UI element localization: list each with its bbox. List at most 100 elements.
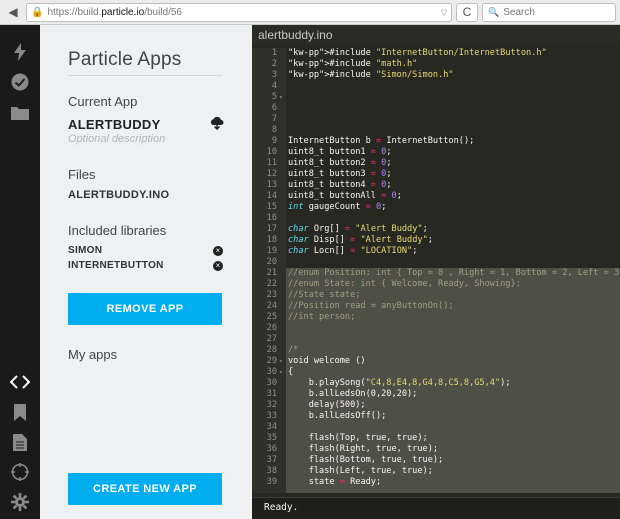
url-dropdown-icon[interactable]: ▽ [441, 8, 447, 17]
code-line[interactable]: 8 [252, 125, 620, 136]
remove-library-icon[interactable]: × [213, 261, 223, 271]
remove-app-button[interactable]: REMOVE APP [68, 293, 222, 325]
code-text: "kw-pp">#include "InternetButton/Interne… [288, 48, 547, 58]
line-number: 19 [266, 246, 277, 256]
browser-toolbar: ◀ 🔒 https://build.particle.io/build/56 ▽… [0, 0, 620, 25]
back-icon[interactable]: ◀ [4, 3, 22, 21]
line-number: 26 [266, 323, 277, 333]
code-text: flash(Bottom, true, true); [288, 455, 444, 465]
code-line[interactable]: 2 "kw-pp">#include "math.h" [252, 59, 620, 70]
line-number: 3 [271, 70, 277, 80]
code-text: uint8_t button2 = 0; [288, 158, 392, 168]
code-area[interactable]: 1 "kw-pp">#include "InternetButton/Intern… [252, 48, 620, 493]
flash-icon[interactable] [8, 41, 32, 63]
create-new-app-button[interactable]: CREATE NEW APP [68, 473, 222, 505]
code-line[interactable]: 15 int gaugeCount = 0; [252, 202, 620, 213]
gear-icon[interactable] [8, 491, 32, 513]
fold-arrow-icon[interactable]: ▾ [279, 92, 283, 103]
folder-icon[interactable] [8, 101, 32, 123]
line-number: 5 [271, 92, 277, 102]
code-line[interactable]: 7 [252, 114, 620, 125]
reload-button[interactable]: C [456, 2, 478, 22]
target-icon[interactable] [8, 461, 32, 483]
search-input[interactable]: 🔍 Search [482, 2, 616, 22]
code-line[interactable]: 34 [252, 422, 620, 433]
code-text: { [288, 367, 294, 377]
code-line[interactable]: 31 b.allLedsOn(0,20,20); [252, 389, 620, 400]
files-label: Files [68, 167, 96, 182]
code-text: //Position read = anyButtonOn(); [288, 301, 454, 311]
code-line[interactable]: 33 b.allLedsOff(); [252, 411, 620, 422]
verify-icon[interactable] [8, 71, 32, 93]
fold-arrow-icon[interactable]: ▾ [279, 356, 283, 367]
bookmark-icon[interactable] [8, 401, 32, 423]
code-line[interactable]: 28 /* [252, 345, 620, 356]
line-number: 23 [266, 290, 277, 300]
code-text: b.allLedsOff(); [288, 411, 387, 421]
code-text: state = Ready; [288, 477, 382, 487]
code-line[interactable]: 26 [252, 323, 620, 334]
panel-title: Particle Apps [68, 49, 182, 70]
code-line[interactable]: 5 ▾ [252, 92, 620, 103]
code-line[interactable]: 39 state = Ready; [252, 477, 620, 488]
apps-panel: Particle Apps Current App ALERTBUDDY Opt… [40, 25, 252, 519]
code-line[interactable]: 21 //enum Position: int { Top = 0 , Right… [252, 268, 620, 279]
fold-arrow-icon[interactable]: ▾ [279, 367, 283, 378]
code-line[interactable]: 12 uint8_t button3 = 0; [252, 169, 620, 180]
code-text: b.playSong("C4,8,E4,8,G4,8,C5,8,G5,4"); [288, 378, 511, 388]
code-line[interactable]: 35 flash(Top, true, true); [252, 433, 620, 444]
code-line[interactable]: 30 b.playSong("C4,8,E4,8,G4,8,C5,8,G5,4"… [252, 378, 620, 389]
line-number: 37 [266, 455, 277, 465]
library-item[interactable]: INTERNETBUTTON [68, 260, 164, 271]
code-line[interactable]: 6 [252, 103, 620, 114]
code-text: delay(500); [288, 400, 366, 410]
code-line[interactable]: 19 char Locn[] = "LOCATION"; [252, 246, 620, 257]
current-app-label: Current App [68, 94, 138, 109]
code-line[interactable]: 25 //int person; [252, 312, 620, 323]
file-item[interactable]: ALERTBUDDY.INO [68, 189, 169, 201]
app-description-input[interactable]: Optional description [68, 133, 165, 145]
code-line[interactable]: 27 [252, 334, 620, 345]
code-line[interactable]: 20 [252, 257, 620, 268]
code-line[interactable]: 22 //enum State: int { Welcome, Ready, Sh… [252, 279, 620, 290]
code-line[interactable]: 1 "kw-pp">#include "InternetButton/Intern… [252, 48, 620, 59]
code-icon[interactable] [8, 371, 32, 393]
code-line[interactable]: 10 uint8_t button1 = 0; [252, 147, 620, 158]
my-apps-label: My apps [68, 347, 118, 362]
code-line[interactable]: 18 char Disp[] = "Alert Buddy"; [252, 235, 620, 246]
code-line[interactable]: 17 char Org[] = "Alert Buddy"; [252, 224, 620, 235]
document-icon[interactable] [8, 431, 32, 453]
line-number: 30 [266, 378, 277, 388]
line-number: 14 [266, 191, 277, 201]
line-number: 7 [271, 114, 277, 124]
line-number: 24 [266, 301, 277, 311]
code-line[interactable]: 4 [252, 81, 620, 92]
code-text: //enum State: int { Welcome, Ready, Show… [288, 279, 521, 289]
code-line[interactable]: 38 flash(Left, true, true); [252, 466, 620, 477]
code-line[interactable]: 29 ▾ void welcome () [252, 356, 620, 367]
cloud-download-icon[interactable] [210, 116, 224, 131]
code-line[interactable]: 16 [252, 213, 620, 224]
code-line[interactable]: 36 flash(Right, true, true); [252, 444, 620, 455]
code-line[interactable]: 11 uint8_t button2 = 0; [252, 158, 620, 169]
line-number: 33 [266, 411, 277, 421]
remove-library-icon[interactable]: × [213, 246, 223, 256]
library-item[interactable]: SIMON [68, 245, 102, 256]
code-line[interactable]: 23 //State state; [252, 290, 620, 301]
address-bar[interactable]: 🔒 https://build.particle.io/build/56 ▽ [26, 2, 452, 22]
line-number: 15 [266, 202, 277, 212]
code-line[interactable]: 30 ▾ { [252, 367, 620, 378]
code-line[interactable]: 3 "kw-pp">#include "Simon/Simon.h" [252, 70, 620, 81]
code-line[interactable]: 9 InternetButton b = InternetButton(); [252, 136, 620, 147]
line-number: 4 [271, 81, 277, 91]
code-line[interactable]: 37 flash(Bottom, true, true); [252, 455, 620, 466]
url-text: https://build.particle.io/build/56 [47, 6, 182, 18]
code-line[interactable]: 13 uint8_t button4 = 0; [252, 180, 620, 191]
code-line[interactable]: 32 delay(500); [252, 400, 620, 411]
status-bar: Ready. [252, 497, 620, 519]
current-app-name[interactable]: ALERTBUDDY [68, 117, 161, 132]
code-line[interactable]: 24 //Position read = anyButtonOn(); [252, 301, 620, 312]
line-number: 39 [266, 477, 277, 487]
tab-filename[interactable]: alertbuddy.ino [258, 28, 333, 42]
code-line[interactable]: 14 uint8_t buttonAll = 0; [252, 191, 620, 202]
